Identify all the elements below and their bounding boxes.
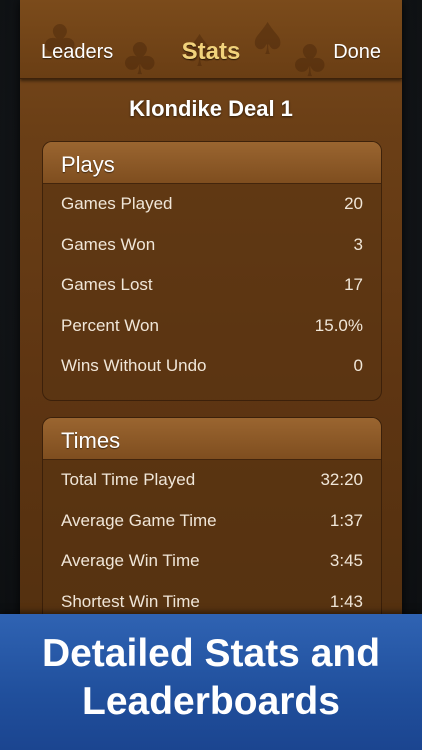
plays-section: Plays Games Played 20 Games Won 3 Games … [42,141,382,401]
stat-value: 3 [353,234,363,254]
stat-value: 0 [353,356,363,375]
stat-value: 20 [344,194,363,213]
banner-headline: Detailed Stats and [41,632,381,675]
stat-label: Percent Won [61,315,159,335]
stat-label: Total Time Played [61,470,196,489]
stat-row: Games Won 3 [43,225,381,266]
stat-row: Total Time Played 32:20 [43,460,381,501]
stats-panel: ♣ ♠ ♠ ♣ ♣ Leaders Stats Done Klondike De… [20,0,402,640]
deal-title: Klondike Deal 1 [129,96,293,121]
stat-label: Average Game Time [61,510,217,530]
promo-banner: Detailed Stats and Leaderboards [0,614,422,750]
stat-value: 32:20 [320,470,363,489]
stat-row: Games Played 20 [43,184,381,225]
stat-value: 3:45 [329,551,363,570]
times-header: Times [43,418,381,460]
stat-value: 15.0% [314,315,363,335]
stat-label: Games Won [61,234,156,254]
stat-row: Percent Won 15.0% [43,306,381,347]
banner-subheadline: Leaderboards [82,680,340,723]
stat-row: Games Lost 17 [43,265,381,306]
stat-label: Games Played [61,194,173,213]
stat-value: 17 [344,275,363,294]
stat-row: Average Game Time 1:37 [43,501,381,542]
done-button[interactable]: Done [333,41,381,64]
times-section: Times Total Time Played 32:20 Average Ga… [42,417,382,640]
navigation-bar: ♣ ♠ ♠ ♣ ♣ Leaders Stats Done [20,0,402,84]
stat-row: Average Win Time 3:45 [43,541,381,582]
stat-label: Games Lost [61,275,153,294]
stat-row: Wins Without Undo 0 [43,346,381,387]
stat-label: Average Win Time [61,551,200,570]
plays-header: Plays [43,142,381,184]
stat-label: Wins Without Undo [61,356,207,375]
stat-value: 1:37 [329,510,363,530]
